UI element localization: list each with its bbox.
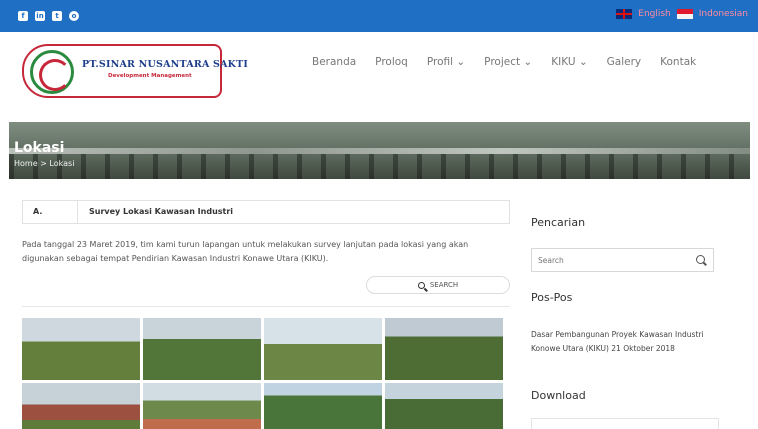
company-logo[interactable]: PT.SINAR NUSANTARA SAKTI Development Man… [22, 44, 248, 98]
uk-flag-icon[interactable] [616, 9, 633, 19]
search-icon[interactable] [696, 255, 705, 264]
page-title: Lokasi [14, 140, 65, 156]
sidebar-search-heading: Pencarian [531, 216, 586, 229]
nav-item-kontak[interactable]: Kontak [660, 56, 696, 68]
gallery-photo[interactable] [264, 318, 382, 380]
social-links: f in t o [18, 11, 79, 21]
gallery-photo[interactable] [22, 318, 140, 380]
search-button[interactable]: SEARCH [366, 276, 510, 294]
top-bar: f in t o English Indonesian [0, 0, 758, 32]
main-nav: Beranda Proloq Profil ⌄ Project ⌄ KIKU ⌄… [312, 56, 715, 68]
nav-item-kiku[interactable]: KIKU ⌄ [551, 56, 587, 68]
search-icon [417, 281, 425, 289]
language-switcher: English Indonesian [616, 9, 748, 19]
gallery-photo[interactable] [143, 318, 261, 380]
content-paragraph: Pada tanggal 23 Maret 2019, tim kami tur… [22, 240, 469, 263]
search-button-label: SEARCH [429, 281, 459, 289]
logo-title: PT.SINAR NUSANTARA SAKTI [82, 59, 249, 70]
nav-item-project[interactable]: Project ⌄ [484, 56, 532, 68]
section-title: Survey Lokasi Kawasan Industri [89, 207, 234, 216]
post-link[interactable]: Dasar Pembangunan Proyek Kawasan Industr… [531, 328, 721, 356]
sidebar-search-box [531, 248, 714, 272]
section-header: A. Survey Lokasi Kawasan Industri [22, 200, 510, 224]
linkedin-icon[interactable]: in [35, 11, 45, 21]
language-indonesian[interactable]: Indonesian [699, 9, 748, 19]
breadcrumb[interactable]: Home > Lokasi [14, 159, 74, 168]
gallery-photo[interactable] [264, 383, 382, 429]
sidebar-posts-heading: Pos-Pos [531, 291, 573, 304]
nav-item-galery[interactable]: Galery [607, 56, 641, 68]
page-banner [9, 122, 750, 179]
instagram-icon[interactable]: o [69, 11, 79, 21]
photo-gallery [22, 318, 512, 429]
gallery-photo[interactable] [385, 383, 503, 429]
logo-subtitle: Development Management [108, 73, 192, 79]
nav-item-proloq[interactable]: Proloq [375, 56, 408, 68]
gallery-photo[interactable] [385, 318, 503, 380]
download-box [531, 418, 719, 429]
indonesia-flag-icon[interactable] [676, 9, 693, 19]
nav-item-beranda[interactable]: Beranda [312, 56, 356, 68]
facebook-icon[interactable]: f [18, 11, 28, 21]
sidebar-search-input[interactable] [532, 249, 692, 271]
language-english[interactable]: English [638, 9, 671, 19]
gallery-photo[interactable] [143, 383, 261, 429]
sidebar-download-heading: Download [531, 389, 586, 402]
nav-item-profil[interactable]: Profil ⌄ [427, 56, 465, 68]
section-divider [77, 201, 78, 223]
logo-emblem-icon [30, 50, 74, 94]
twitter-icon[interactable]: t [52, 11, 62, 21]
divider [22, 306, 510, 307]
gallery-photo[interactable] [22, 383, 140, 429]
section-letter: A. [33, 207, 43, 216]
